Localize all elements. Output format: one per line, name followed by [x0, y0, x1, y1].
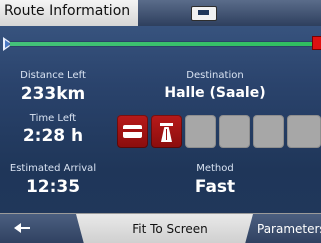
motorway-icon: [158, 122, 175, 142]
back-arrow-shaft: [20, 227, 30, 229]
time-left-value: 2:28 h: [22, 126, 84, 146]
bottom-bar: Fit To Screen Parameters: [0, 213, 321, 243]
route-type-toll-tile[interactable]: [117, 115, 148, 148]
distance-left-value: 233km: [20, 84, 86, 104]
back-button[interactable]: [0, 214, 84, 243]
distance-left-label: Distance Left: [20, 70, 86, 81]
destination-label: Destination: [186, 70, 244, 81]
route-type-empty-tile[interactable]: [185, 115, 216, 148]
route-information-screen: Route Information Distance Left 233km Ti…: [0, 0, 321, 243]
parameters-button-label: Parameters: [257, 222, 321, 236]
title-tab: Route Information: [0, 0, 150, 26]
battery-icon: [191, 6, 217, 21]
method-value: Fast: [194, 177, 236, 197]
motorway-icon-bar: [160, 123, 173, 126]
route-type-empty-tile[interactable]: [287, 115, 321, 148]
route-type-empty-tile[interactable]: [219, 115, 250, 148]
back-arrow-icon: [14, 222, 32, 234]
motorway-icon-road: [161, 127, 172, 142]
title-bar: Route Information: [0, 0, 321, 26]
estimated-arrival-value: 12:35: [25, 177, 81, 197]
toll-card-icon: [123, 125, 142, 138]
fit-to-screen-button[interactable]: Fit To Screen: [95, 214, 245, 243]
route-destination-flag-icon: [312, 36, 321, 50]
estimated-arrival-label: Estimated Arrival: [9, 163, 97, 174]
title-bar-background: [138, 0, 321, 26]
time-left-label: Time Left: [29, 113, 77, 124]
route-type-empty-tile[interactable]: [253, 115, 284, 148]
window-title: Route Information: [4, 3, 131, 19]
destination-value: Halle (Saale): [164, 85, 266, 101]
route-type-motorway-tile[interactable]: [151, 115, 182, 148]
method-label: Method: [196, 163, 234, 174]
route-line: [10, 42, 314, 46]
route-progress: [0, 32, 321, 54]
parameters-button[interactable]: Parameters: [245, 214, 321, 243]
